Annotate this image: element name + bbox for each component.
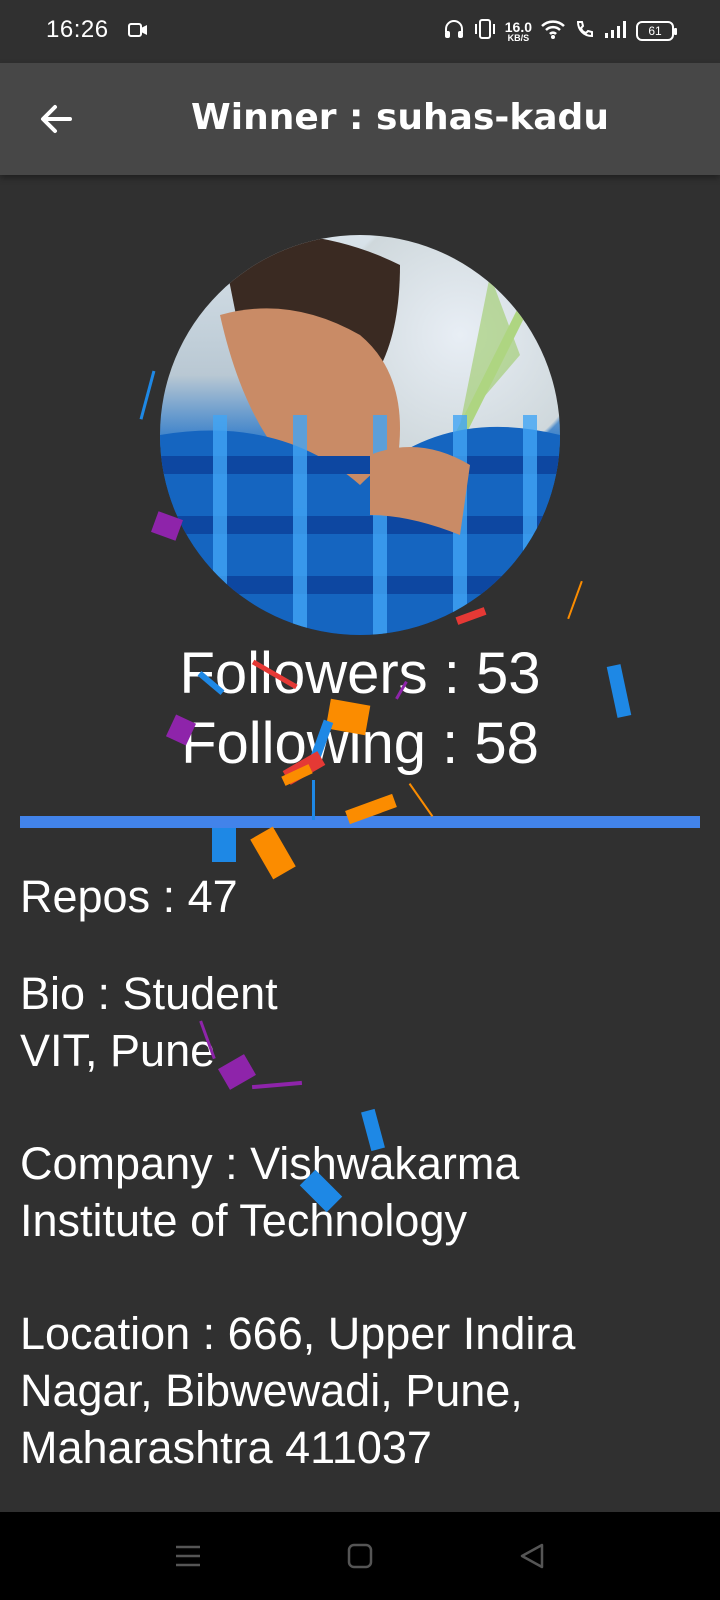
- bio-line: VIT, Pune: [20, 1025, 216, 1076]
- confetti-piece: [212, 828, 236, 862]
- network-speed-unit: KB/S: [507, 32, 530, 43]
- company-line: Company : Vishwakarma: [20, 1138, 520, 1189]
- confetti-piece: [567, 580, 583, 620]
- confetti-piece: [139, 370, 156, 420]
- bio: Bio : Student VIT, Pune: [20, 965, 700, 1079]
- battery-icon: 61: [636, 21, 677, 41]
- status-bar: 16:26 16.0 KB/S 61: [0, 0, 720, 63]
- wifi-call-icon: [574, 18, 596, 45]
- status-time: 16:26: [46, 16, 109, 43]
- battery-level: 61: [648, 24, 662, 38]
- arrow-back-icon: [41, 105, 72, 133]
- company: Company : Vishwakarma Institute of Techn…: [20, 1135, 700, 1249]
- bio-line: Bio : Student: [20, 968, 278, 1019]
- triangle-back-icon: [520, 1543, 544, 1569]
- following-count: Following : 58: [181, 711, 539, 776]
- square-icon: [347, 1543, 373, 1569]
- back-nav-button[interactable]: [510, 1534, 554, 1578]
- status-icons: 16.0 KB/S 61: [443, 16, 677, 46]
- followers-count: Followers : 53: [179, 641, 541, 706]
- page-title: Winner : suhas-kadu: [191, 97, 609, 138]
- network-speed: 16.0 KB/S: [505, 20, 532, 43]
- signal-icon: [604, 19, 628, 44]
- recent-apps-button[interactable]: [166, 1534, 210, 1578]
- confetti-piece: [408, 783, 434, 817]
- confetti-piece: [455, 607, 487, 625]
- back-button[interactable]: [28, 91, 84, 147]
- location-line: Nagar, Bibwewadi, Pune,: [20, 1365, 523, 1416]
- wifi-icon: [540, 18, 566, 45]
- network-speed-value: 16.0: [504, 18, 532, 35]
- menu-icon: [176, 1545, 200, 1567]
- divider: [20, 816, 700, 828]
- home-button[interactable]: [338, 1534, 382, 1578]
- video-camera-icon: [128, 22, 148, 43]
- confetti-piece: [312, 780, 315, 820]
- app-bar: Winner : suhas-kadu: [0, 63, 720, 175]
- confetti-piece: [251, 1080, 303, 1090]
- navigation-bar: [0, 1512, 720, 1600]
- location-line: Location : 666, Upper Indira: [20, 1308, 576, 1359]
- company-line: Institute of Technology: [20, 1195, 467, 1246]
- location-line: Maharashtra 411037: [20, 1422, 432, 1473]
- location: Location : 666, Upper Indira Nagar, Bibw…: [20, 1305, 700, 1476]
- vibrate-icon: [473, 18, 497, 45]
- avatar: [160, 235, 560, 635]
- repos-count: Repos : 47: [20, 871, 238, 922]
- headphones-icon: [443, 18, 465, 45]
